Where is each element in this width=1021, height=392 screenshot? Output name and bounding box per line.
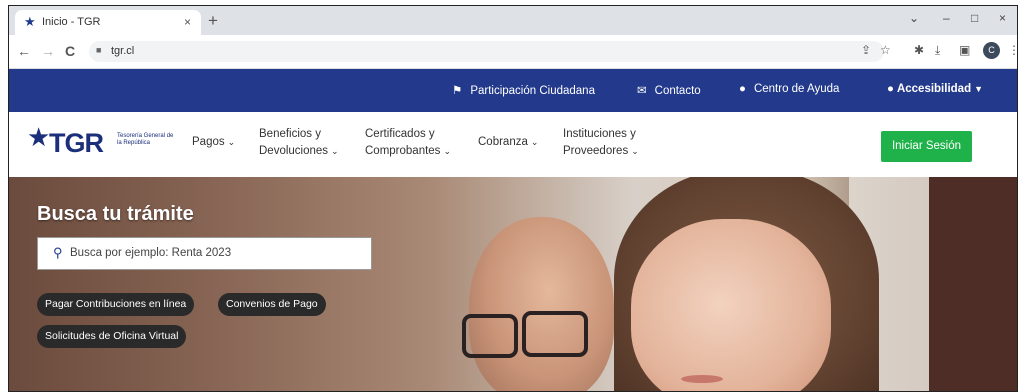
menu-icon[interactable]: ⋮ — [1008, 43, 1017, 57]
logo-subtitle: Tesorería General de la República — [117, 133, 174, 146]
nav-item-pagos[interactable]: Pagos ⌄ — [192, 134, 235, 151]
chevron-down-icon: ⌄ — [631, 146, 639, 156]
nav-item-label: Beneficios y — [259, 128, 322, 140]
lock-icon: ■ — [96, 45, 102, 55]
nav-item-label-2: Comprobantes — [365, 145, 441, 157]
nav-item-cobranza[interactable]: Cobranza ⌄ — [478, 134, 538, 151]
mail-icon: ✉ — [637, 85, 647, 97]
quick-link-chip[interactable]: Convenios de Pago — [218, 293, 326, 316]
topbar-link-label: Participación Ciudadana — [470, 85, 595, 97]
topbar-link-label: Accesibilidad — [896, 83, 972, 95]
url-text: tgr.cl — [111, 45, 135, 57]
tab-strip: ★ Inicio - TGR × + ⌄ – □ × — [9, 6, 1017, 35]
top-utility-bar: ⚑ Participación Ciudadana ✉ Contacto ● Cent… — [9, 69, 1017, 112]
chevron-down-icon: ⌄ — [443, 146, 451, 156]
tab-close-icon[interactable]: × — [184, 15, 191, 29]
share-icon[interactable]: ⇪ — [861, 43, 871, 57]
nav-item-label: Pagos — [192, 136, 225, 148]
star-icon[interactable]: ☆ — [880, 43, 891, 57]
topbar-link-label: Contacto — [654, 85, 701, 97]
nav-item-beneficios[interactable]: Beneficios y Devoluciones ⌄ — [259, 126, 339, 160]
browser-tab[interactable]: ★ Inicio - TGR × — [15, 10, 201, 35]
extensions-icon[interactable]: ✱ — [914, 43, 924, 57]
download-icon[interactable]: ⤓ — [935, 43, 940, 58]
close-window-button[interactable]: × — [999, 11, 1006, 25]
hero-person-man — [469, 217, 614, 391]
tab-title: Inicio - TGR — [42, 16, 101, 28]
search-icon: ⚲ — [53, 245, 63, 260]
search-input[interactable]: ⚲ Busca por ejemplo: Renta 2023 — [37, 237, 372, 270]
nav-item-label: Certificados y — [365, 128, 435, 140]
logo-star-icon: ★ — [27, 122, 51, 152]
logo-text: TGR — [49, 128, 104, 158]
hero-glasses-right — [522, 311, 588, 357]
quick-link-chip[interactable]: Solicitudes de Oficina Virtual — [37, 325, 187, 348]
search-placeholder: Busca por ejemplo: Renta 2023 — [70, 247, 232, 259]
nav-item-instituciones[interactable]: Instituciones y Proveedores ⌄ — [563, 126, 639, 160]
help-icon: ● — [739, 83, 746, 95]
profile-avatar[interactable]: C — [983, 42, 1000, 59]
back-button[interactable]: ← — [17, 43, 31, 59]
sidebar-icon[interactable]: ▣ — [959, 43, 970, 57]
chevron-down-icon: ▼ — [974, 84, 984, 94]
nav-item-label: Cobranza — [478, 136, 528, 148]
forward-button[interactable]: → — [41, 43, 55, 59]
minimize-button[interactable]: – — [943, 11, 950, 25]
hero-person-woman-lips — [681, 375, 723, 383]
hero-glasses-left — [462, 314, 518, 358]
topbar-link-accesibilidad[interactable]: ● Accesibilidad ▼ — [887, 83, 983, 95]
hero-title: Busca tu trámite — [37, 203, 194, 225]
hero-banner: Busca tu trámite ⚲ Busca por ejemplo: Re… — [9, 177, 1017, 391]
topbar-link-participacion[interactable]: ⚑ Participación Ciudadana — [452, 83, 595, 97]
chevron-down-icon: ⌄ — [227, 137, 236, 147]
maximize-button[interactable]: □ — [971, 11, 978, 25]
new-tab-button[interactable]: + — [208, 11, 218, 31]
accessibility-icon: ● — [887, 83, 894, 95]
chevron-down-icon: ⌄ — [331, 146, 339, 156]
quick-link-chip[interactable]: Pagar Contribuciones en línea — [37, 293, 195, 316]
main-navigation: ★ TGR Tesorería General de la República … — [9, 112, 1017, 177]
nav-item-label: Instituciones y — [563, 128, 636, 140]
login-button[interactable]: Iniciar Sesión — [881, 131, 972, 162]
nav-item-label-2: Devoluciones — [259, 145, 329, 157]
chevron-down-icon: ⌄ — [530, 137, 539, 147]
reload-button[interactable]: C — [65, 43, 75, 59]
address-bar-row: ← → C ■ tgr.cl ⇪ ☆ ✱ ⤓ ▣ C ⋮ — [9, 35, 1017, 69]
hero-wall — [929, 177, 1017, 391]
topbar-link-contacto[interactable]: ✉ Contacto — [637, 83, 701, 97]
omnibox[interactable]: ■ tgr.cl — [89, 41, 884, 62]
tab-search-icon[interactable]: ⌄ — [909, 11, 919, 25]
nav-item-label-2: Proveedores — [563, 145, 629, 157]
hero-person-woman — [631, 219, 831, 391]
nav-item-certificados[interactable]: Certificados y Comprobantes ⌄ — [365, 126, 451, 160]
topbar-link-ayuda[interactable]: ● Centro de Ayuda — [739, 83, 839, 95]
tgr-favicon-icon: ★ — [24, 14, 36, 29]
browser-window: ★ Inicio - TGR × + ⌄ – □ × ← → C ■ tgr.c… — [8, 5, 1018, 392]
people-icon: ⚑ — [452, 85, 463, 97]
topbar-link-label: Centro de Ayuda — [753, 83, 840, 95]
